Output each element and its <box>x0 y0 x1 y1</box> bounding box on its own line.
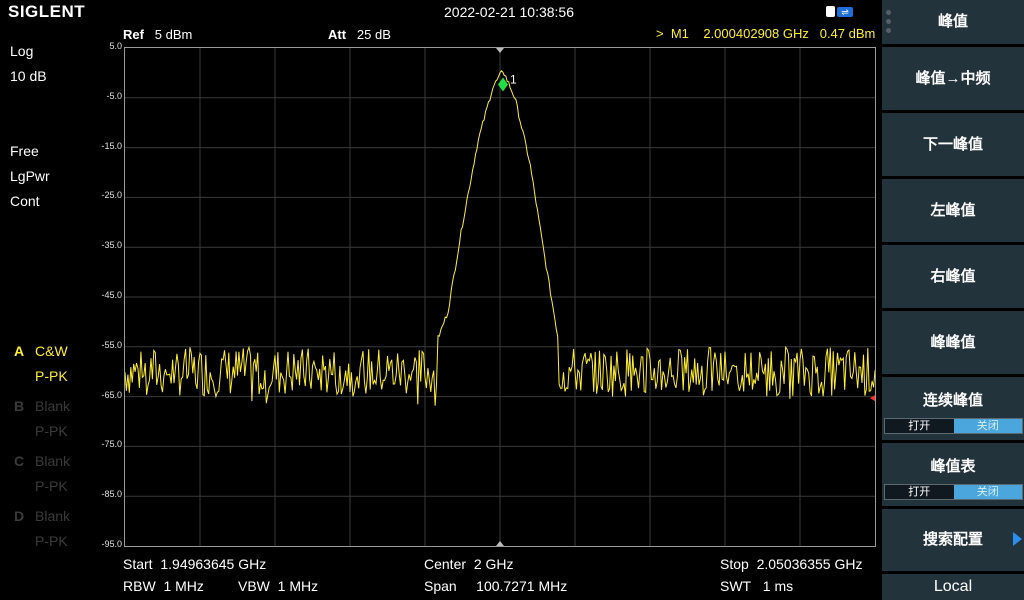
trace-b-detector: P-PK <box>35 423 68 439</box>
start-value: 1.94963645 GHz <box>160 556 267 572</box>
threshold-edge-icon <box>870 395 875 402</box>
continuous-peak-label: 连续峰值 <box>922 392 983 409</box>
ref-label: Ref <box>123 27 144 42</box>
center-value: 2 GHz <box>473 556 514 572</box>
peak-table-label: 峰值表 <box>930 458 976 475</box>
scale-div: 10 dB <box>10 68 47 84</box>
trace-b-letter[interactable]: B <box>14 398 24 414</box>
status-bar: SIGLENT 2022-02-21 10:38:56 ⇌ <box>0 0 880 24</box>
trace-c-letter[interactable]: C <box>14 453 24 469</box>
y-tick-label: -75.0 <box>101 439 122 450</box>
att-value: 25 dB <box>356 27 391 42</box>
trace-d-mode: Blank <box>35 508 71 524</box>
marker-1-label: 1 <box>510 73 517 87</box>
swt-value: 1 ms <box>762 578 794 594</box>
trace-d-letter[interactable]: D <box>14 508 24 524</box>
trace-a-letter[interactable]: A <box>14 343 24 359</box>
continuous-peak-off[interactable]: 关闭 <box>953 419 1022 433</box>
menu-title: 峰值 <box>882 0 1024 44</box>
peak-table-on[interactable]: 打开 <box>885 485 954 499</box>
peak-peak-button[interactable]: 峰峰值 <box>882 311 1024 374</box>
start-freq[interactable]: Start 1.94963645 GHz <box>123 556 266 572</box>
rbw-value: 1 MHz <box>163 578 204 594</box>
y-tick-label: -95.0 <box>101 539 122 549</box>
y-tick-label: -15.0 <box>101 140 122 151</box>
peak-table-toggle[interactable]: 打开 关闭 <box>884 484 1023 500</box>
vbw[interactable]: VBW 1 MHz <box>238 578 318 594</box>
rbw-label: RBW <box>123 578 156 594</box>
trace-b-mode: Blank <box>35 398 71 414</box>
swt-label: SWT <box>720 578 752 594</box>
y-tick-label: -25.0 <box>101 190 122 201</box>
attenuation[interactable]: Att 25 dB <box>328 27 391 42</box>
att-label: Att <box>328 27 347 42</box>
spectrum-svg: 1 <box>125 48 875 546</box>
span-value: 100.7271 MHz <box>476 578 568 594</box>
trace-a-mode: C&W <box>35 343 68 359</box>
search-config-label: 搜索配置 <box>922 531 983 548</box>
continuous-peak-on[interactable]: 打开 <box>885 419 954 433</box>
span-label: Span <box>424 578 457 594</box>
submenu-arrow-icon <box>1013 532 1022 546</box>
trace-d-detector: P-PK <box>35 533 68 549</box>
center-freq[interactable]: Center 2 GHz <box>424 556 514 572</box>
local-button[interactable]: Local <box>882 574 1024 600</box>
right-peak-button[interactable]: 右峰值 <box>882 245 1024 308</box>
marker-readout: > M1 2.000402908 GHz 0.47 dBm <box>656 26 875 41</box>
span[interactable]: Span 100.7271 MHz <box>424 578 567 594</box>
vbw-value: 1 MHz <box>277 578 319 594</box>
y-tick-label: -85.0 <box>101 489 122 500</box>
grip-dot-icon <box>886 19 891 24</box>
center-label: Center <box>424 556 467 572</box>
continuous-peak-toggle[interactable]: 打开 关闭 <box>884 418 1023 434</box>
marker-name: M1 <box>670 26 689 41</box>
marker-freq: 2.000402908 GHz <box>703 26 809 41</box>
stop-freq[interactable]: Stop 2.05036355 GHz <box>720 556 862 572</box>
brand-logo: SIGLENT <box>8 2 86 21</box>
rbw[interactable]: RBW 1 MHz <box>123 578 204 594</box>
y-tick-label: -65.0 <box>101 389 122 400</box>
center-top-triangle-icon <box>496 48 504 53</box>
stop-value: 2.05036355 GHz <box>756 556 863 572</box>
spectrum-plot[interactable]: 1 <box>124 47 876 547</box>
search-config-button[interactable]: 搜索配置 <box>882 509 1024 571</box>
ref-level[interactable]: Ref 5 dBm <box>123 27 192 42</box>
y-tick-label: -5.0 <box>106 90 122 101</box>
trace-a-detector: P-PK <box>35 368 68 384</box>
left-peak-button[interactable]: 左峰值 <box>882 179 1024 242</box>
ref-value: 5 dBm <box>154 27 193 42</box>
scale-type: Log <box>10 43 34 59</box>
stop-label: Stop <box>720 556 749 572</box>
datetime: 2022-02-21 10:38:56 <box>444 4 574 20</box>
next-peak-button[interactable]: 下一峰值 <box>882 113 1024 176</box>
sweep-mode: Cont <box>10 193 40 209</box>
usb-icon: ⇌ <box>826 5 854 19</box>
trace-c-detector: P-PK <box>35 478 68 494</box>
marker-amp: 0.47 dBm <box>819 26 876 41</box>
trace-c-mode: Blank <box>35 453 71 469</box>
peak-table-off[interactable]: 关闭 <box>953 485 1022 499</box>
y-tick-label: -55.0 <box>101 339 122 350</box>
softkey-menu: 峰值 峰值→中频 下一峰值 左峰值 右峰值 峰峰值 连续峰值 打开 关闭 峰值表… <box>880 0 1024 600</box>
y-tick-label: -35.0 <box>101 240 122 251</box>
detector: LgPwr <box>10 168 50 184</box>
peak-to-center-button[interactable]: 峰值→中频 <box>882 47 1024 110</box>
marker-prefix: > <box>656 26 664 41</box>
vbw-label: VBW <box>238 578 270 594</box>
center-bottom-triangle-icon <box>496 541 504 546</box>
y-tick-label: -45.0 <box>101 290 122 300</box>
grip-dot-icon <box>886 28 891 33</box>
sweep-time[interactable]: SWT 1 ms <box>720 578 793 594</box>
trigger-mode: Free <box>10 143 39 159</box>
grip-dot-icon <box>886 10 891 15</box>
start-label: Start <box>123 556 153 572</box>
y-tick-label: 5.0 <box>109 41 122 51</box>
